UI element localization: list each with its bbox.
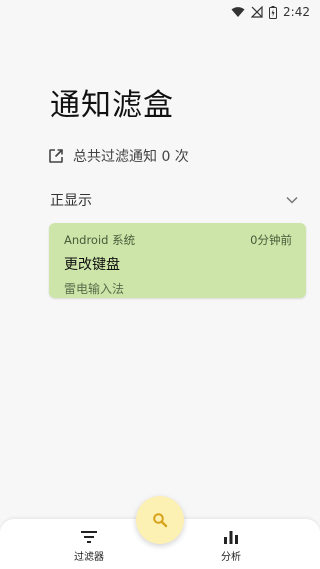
battery-charging-icon <box>269 5 278 19</box>
nav-label-analysis: 分析 <box>221 552 241 563</box>
status-time: 2:42 <box>283 5 310 19</box>
filter-summary-text: 总共过滤通知 0 次 <box>73 149 189 165</box>
status-bar: 2:42 <box>0 0 320 24</box>
notification-app: Android 系统 <box>64 233 136 247</box>
bar-chart-icon <box>223 530 239 544</box>
open-external-icon <box>48 148 64 164</box>
page-title: 通知滤盒 <box>50 88 174 123</box>
notification-time: 0分钟前 <box>250 233 292 247</box>
notification-subtitle: 雷电输入法 <box>64 282 125 296</box>
search-fab-button[interactable] <box>136 496 184 544</box>
notification-title: 更改键盘 <box>64 257 120 273</box>
search-icon <box>152 512 168 528</box>
section-label: 正显示 <box>50 193 92 209</box>
notification-card[interactable]: Android 系统 0分钟前 更改键盘 雷电输入法 <box>49 223 306 298</box>
nav-item-filters[interactable]: 过滤器 <box>59 530 119 563</box>
chevron-down-icon[interactable] <box>286 196 298 204</box>
nav-item-analysis[interactable]: 分析 <box>201 530 261 563</box>
filter-icon <box>80 530 98 544</box>
wifi-icon <box>231 6 245 18</box>
section-header-showing[interactable]: 正显示 <box>50 190 298 210</box>
nav-label-filters: 过滤器 <box>74 552 104 563</box>
no-signal-icon <box>251 6 263 18</box>
filter-summary[interactable]: 总共过滤通知 0 次 <box>48 146 189 166</box>
